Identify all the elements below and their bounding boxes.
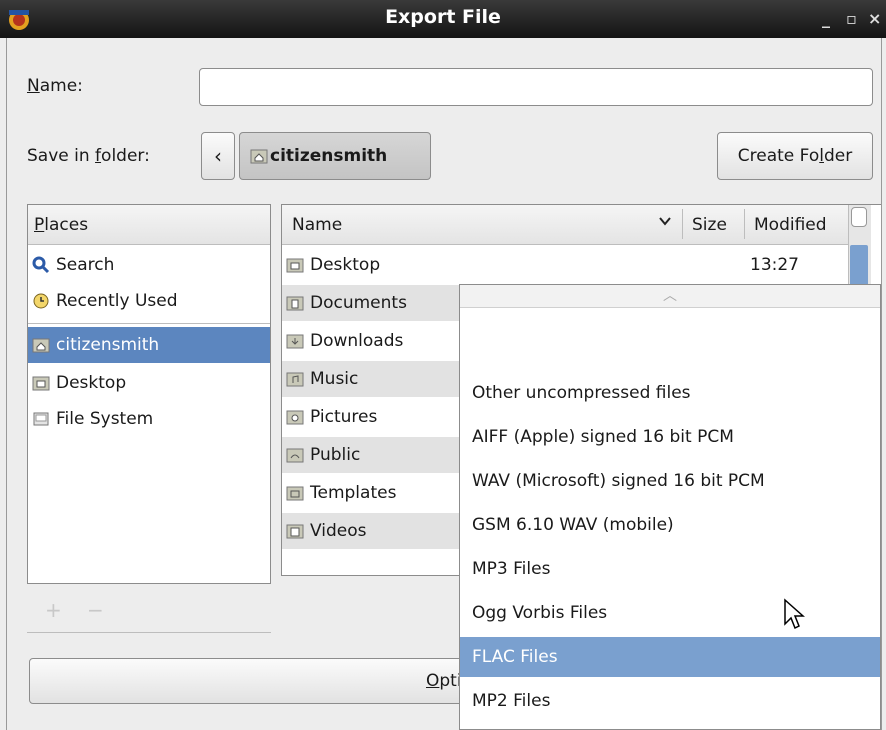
file-name: Videos <box>310 521 367 541</box>
places-item-search[interactable]: Search <box>28 247 270 283</box>
file-name: Music <box>310 369 359 389</box>
home-folder-icon <box>32 338 50 353</box>
format-item[interactable]: MP3 Files <box>460 549 880 589</box>
clock-icon <box>33 293 49 309</box>
filename-input[interactable] <box>199 68 873 106</box>
menu-scroll-up-icon[interactable]: ︿ <box>460 285 880 308</box>
file-format-menu: ︿ Other uncompressed files AIFF (Apple) … <box>459 284 881 730</box>
file-name: Public <box>310 445 361 465</box>
column-modified[interactable]: Modified <box>754 215 827 235</box>
dialog-body: Name: Save in folder: ‹ citizensmith Cre… <box>6 38 882 730</box>
format-item[interactable]: WAV (Microsoft) signed 16 bit PCM <box>460 461 880 501</box>
search-icon <box>32 256 50 274</box>
file-modified: 13:27 <box>750 255 799 275</box>
documents-folder-icon <box>286 296 304 311</box>
places-item-recently-used[interactable]: Recently Used <box>28 283 270 319</box>
format-item[interactable]: Other uncompressed files <box>460 373 880 413</box>
file-name: Pictures <box>310 407 378 427</box>
path-button-citizensmith[interactable]: citizensmith <box>239 132 431 180</box>
column-size[interactable]: Size <box>692 215 727 235</box>
places-separator <box>28 323 270 324</box>
remove-bookmark-button[interactable]: − <box>87 598 104 622</box>
places-item-desktop[interactable]: Desktop <box>28 365 270 401</box>
column-name[interactable]: Name <box>292 215 342 235</box>
file-name: Templates <box>310 483 397 503</box>
window-title: Export File <box>385 6 501 28</box>
save-in-folder-label: Save in folder: <box>27 146 150 166</box>
close-button[interactable]: × <box>868 9 881 28</box>
places-item-file-system[interactable]: File System <box>28 401 270 437</box>
file-name: Documents <box>310 293 407 313</box>
places-item-citizensmith[interactable]: citizensmith <box>28 327 270 363</box>
path-back-button[interactable]: ‹ <box>201 132 235 180</box>
export-file-dialog: Export File _ ▫ × Name: Save in folder: … <box>0 0 886 730</box>
files-header: Name Size Modified <box>282 205 848 245</box>
pictures-folder-icon <box>286 410 304 425</box>
add-bookmark-button[interactable]: + <box>45 598 62 622</box>
chevron-left-icon: ‹ <box>214 144 222 168</box>
public-folder-icon <box>286 448 304 463</box>
file-row[interactable]: Desktop 13:27 <box>282 247 848 283</box>
format-item[interactable]: GSM 6.10 WAV (mobile) <box>460 505 880 545</box>
home-folder-icon <box>250 149 268 164</box>
sort-chevron-icon <box>658 213 672 233</box>
folder-icon <box>286 258 304 273</box>
file-name: Downloads <box>310 331 404 351</box>
places-panel: Places Search Recently Used citizensmith… <box>27 204 271 584</box>
format-item[interactable]: Ogg Vorbis Files <box>460 593 880 633</box>
file-name: Desktop <box>310 255 381 275</box>
mouse-cursor-icon <box>784 598 805 630</box>
title-bar: Export File _ ▫ × <box>0 0 886 38</box>
minimize-button[interactable]: _ <box>822 9 830 28</box>
places-header[interactable]: Places <box>28 205 270 245</box>
maximize-button[interactable]: ▫ <box>846 9 857 28</box>
format-item[interactable]: AIFF (Apple) signed 16 bit PCM <box>460 417 880 457</box>
name-label: Name: <box>27 76 83 96</box>
folder-icon <box>32 376 50 391</box>
templates-folder-icon <box>286 486 304 501</box>
places-toolbar: + − <box>27 590 271 633</box>
drive-icon <box>33 412 49 426</box>
videos-folder-icon <box>286 524 304 539</box>
create-folder-button[interactable]: Create Fo l der <box>717 132 873 180</box>
scroll-up-icon[interactable] <box>851 207 867 227</box>
downloads-folder-icon <box>286 334 304 349</box>
music-folder-icon <box>286 372 304 387</box>
format-item-selected[interactable]: FLAC Files <box>460 637 880 677</box>
format-item[interactable]: MP2 Files <box>460 681 880 721</box>
